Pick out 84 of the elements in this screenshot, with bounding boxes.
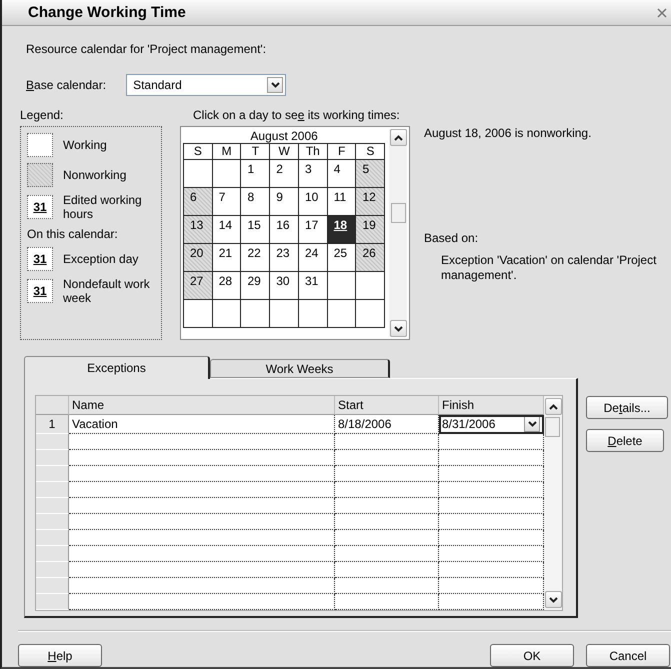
table-cell: 8/18/2006 [335, 415, 439, 434]
legend-swatch: 31 [27, 195, 53, 219]
calendar-day[interactable]: 22 [241, 244, 270, 272]
calendar-day[interactable]: 12 [356, 188, 386, 216]
calendar-day[interactable]: 26 [356, 244, 386, 272]
legend-swatch: 31 [27, 247, 53, 271]
finish-date-select[interactable]: 8/31/2006 [439, 415, 544, 434]
dropdown-icon [528, 421, 536, 427]
legend-label: Nondefault work week [63, 277, 151, 305]
side-button[interactable]: Details... [586, 396, 668, 419]
calendar-day[interactable]: 19 [356, 216, 386, 244]
calendar-day[interactable]: 13 [184, 216, 213, 244]
scroll-thumb[interactable] [544, 417, 560, 437]
base-calendar-select[interactable]: Standard [126, 74, 286, 96]
tab[interactable]: Work Weeks [210, 359, 390, 378]
footer-button[interactable]: Cancel [586, 644, 670, 667]
tab[interactable]: Exceptions [24, 356, 210, 379]
table-scrollbar[interactable] [544, 396, 562, 610]
calendar-day[interactable]: 8 [241, 188, 270, 216]
resource-label: Resource calendar for 'Project management': [26, 42, 268, 56]
calendar-day[interactable]: 6 [184, 188, 213, 216]
legend-swatch [27, 133, 53, 157]
calendar-day[interactable]: 31 [298, 272, 328, 300]
row-number: 1 [36, 415, 69, 434]
weekday-label: S [356, 144, 386, 159]
calendar-day[interactable]: 27 [184, 272, 213, 300]
legend-label: Nonworking [63, 168, 128, 182]
scroll-up-icon [548, 404, 558, 410]
calendar-day[interactable]: 1 [241, 160, 270, 188]
column-header: Finish [439, 396, 544, 415]
calendar-day[interactable]: 2 [270, 160, 299, 188]
table-cell: Vacation [69, 415, 335, 434]
calendar-day[interactable]: 30 [270, 272, 299, 300]
weekday-label: W [270, 144, 299, 159]
calendar-day[interactable]: 9 [270, 188, 299, 216]
calendar-day[interactable]: 25 [328, 244, 356, 272]
day-status: August 18, 2006 is nonworking. [424, 126, 592, 140]
column-header: Name [69, 396, 335, 415]
dropdown-icon [270, 82, 280, 88]
calendar-day[interactable]: 20 [184, 244, 213, 272]
calendar-day[interactable]: 11 [328, 188, 356, 216]
close-icon[interactable] [657, 8, 667, 18]
scroll-thumb[interactable] [390, 203, 406, 223]
legend-title: Legend: [20, 108, 64, 122]
based-on-text: Exception 'Vacation' on calendar 'Project management'. [441, 253, 658, 283]
calendar-day[interactable]: 21 [212, 244, 242, 272]
weekday-label: Th [298, 144, 328, 159]
month-title: August 2006 [249, 129, 319, 143]
calendar-day[interactable]: 3 [298, 160, 328, 188]
window-title: Change Working Time [28, 4, 186, 21]
based-on-label: Based on: [424, 231, 480, 245]
legend-swatch [27, 163, 53, 187]
calendar-day[interactable]: 5 [356, 160, 386, 188]
calendar-day[interactable]: 15 [241, 216, 270, 244]
calendar-prompt: Click on a day to see its working times: [193, 108, 401, 122]
calendar-day[interactable]: 18 [328, 216, 356, 244]
calendar-day[interactable]: 4 [328, 160, 356, 188]
legend-heading: On this calendar: [27, 227, 119, 241]
calendar-scrollbar[interactable] [389, 129, 407, 337]
legend-swatch: 31 [27, 279, 53, 303]
legend-label: Edited working hours [63, 193, 143, 221]
calendar-day[interactable]: 23 [270, 244, 299, 272]
scroll-down-icon [394, 326, 403, 332]
calendar-day[interactable]: 29 [241, 272, 270, 300]
footer-button[interactable]: Help [18, 644, 102, 667]
scroll-down-icon [548, 596, 558, 602]
calendar-day[interactable]: 17 [298, 216, 328, 244]
column-header: Start [335, 396, 439, 415]
calendar-day[interactable]: 10 [298, 188, 328, 216]
calendar-day[interactable]: 28 [212, 272, 242, 300]
calendar-day[interactable]: 24 [298, 244, 328, 272]
footer-button[interactable]: OK [490, 644, 574, 667]
base-calendar-label: Base calendar: [26, 78, 106, 92]
weekday-label: S [184, 144, 213, 159]
weekday-label: F [328, 144, 356, 159]
legend-label: Exception day [63, 252, 140, 266]
weekday-label: M [212, 144, 242, 159]
calendar-day[interactable]: 14 [212, 216, 242, 244]
scroll-up-icon [394, 134, 403, 140]
calendar-day[interactable]: 7 [212, 188, 242, 216]
side-button[interactable]: Delete [586, 429, 664, 452]
weekday-label: T [241, 144, 270, 159]
calendar-day[interactable]: 16 [270, 216, 299, 244]
legend-label: Working [63, 138, 108, 152]
